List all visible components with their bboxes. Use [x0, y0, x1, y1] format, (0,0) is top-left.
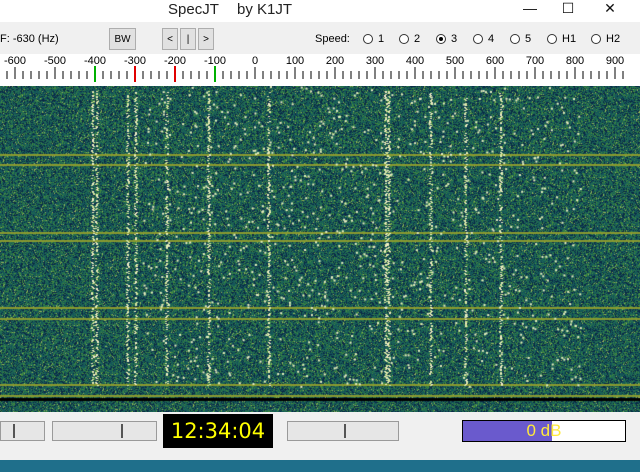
maximize-icon: ☐: [561, 0, 575, 16]
radio-label: 1: [378, 33, 385, 45]
radio-dot: [591, 34, 601, 44]
speed-radio-5[interactable]: 5: [510, 32, 531, 46]
close-button[interactable]: ✕: [590, 0, 630, 16]
radio-dot: [363, 34, 373, 44]
center-button[interactable]: |: [180, 28, 196, 50]
controls-row: F: -630 (Hz) BW < | > Speed: 1 2 3 4 5 H…: [0, 22, 640, 54]
slider-gain[interactable]: [52, 421, 157, 441]
radio-label: 2: [414, 33, 421, 45]
speed-label: Speed:: [315, 33, 350, 45]
scale-ticks: [6, 66, 624, 82]
waterfall-display[interactable]: [0, 86, 640, 412]
taskbar: [0, 460, 640, 472]
slider-thumb[interactable]: [13, 424, 15, 438]
bw-button[interactable]: BW: [109, 28, 136, 50]
utc-clock: 12:34:04: [163, 414, 273, 448]
waterfall-canvas[interactable]: [0, 86, 640, 412]
speed-radio-1[interactable]: 1: [363, 32, 384, 46]
slider-zero[interactable]: [287, 421, 399, 441]
radio-dot-selected: [436, 34, 446, 44]
slider-thumb[interactable]: [121, 424, 123, 438]
radio-dot: [399, 34, 409, 44]
window-author: by K1JT: [237, 1, 293, 18]
radio-label: H2: [606, 33, 621, 45]
slider-left[interactable]: [0, 421, 45, 441]
frequency-scale[interactable]: -600 -500 -400 -300 -200 -100 0 100 200 300 400 500…: [0, 54, 640, 86]
speed-radio-4[interactable]: 4: [473, 32, 494, 46]
speed-radio-3[interactable]: 3: [436, 32, 457, 46]
radio-label: 5: [525, 33, 532, 45]
radio-label: 3: [451, 33, 458, 45]
slider-thumb[interactable]: [344, 424, 346, 438]
speed-radio-h1[interactable]: H1: [547, 32, 576, 46]
next-button[interactable]: >: [198, 28, 214, 50]
minimize-button[interactable]: —: [510, 0, 550, 16]
prev-button[interactable]: <: [162, 28, 178, 50]
bottom-bar: 12:34:04 0 dB: [0, 412, 640, 460]
radio-label: 4: [488, 33, 495, 45]
close-icon: ✕: [604, 0, 616, 16]
minimize-icon: —: [523, 0, 537, 16]
radio-dot: [547, 34, 557, 44]
maximize-button[interactable]: ☐: [548, 0, 588, 16]
level-meter-text: 0 dB: [526, 421, 562, 440]
speed-radio-h2[interactable]: H2: [591, 32, 620, 46]
level-meter: 0 dB: [462, 420, 626, 442]
speed-radio-2[interactable]: 2: [399, 32, 420, 46]
radio-dot: [510, 34, 520, 44]
title-bar: SpecJT by K1JT — ☐ ✕: [0, 0, 640, 22]
df-readout: F: -630 (Hz): [0, 33, 59, 45]
radio-label: H1: [562, 33, 577, 45]
radio-dot: [473, 34, 483, 44]
window-title: SpecJT: [168, 1, 219, 18]
